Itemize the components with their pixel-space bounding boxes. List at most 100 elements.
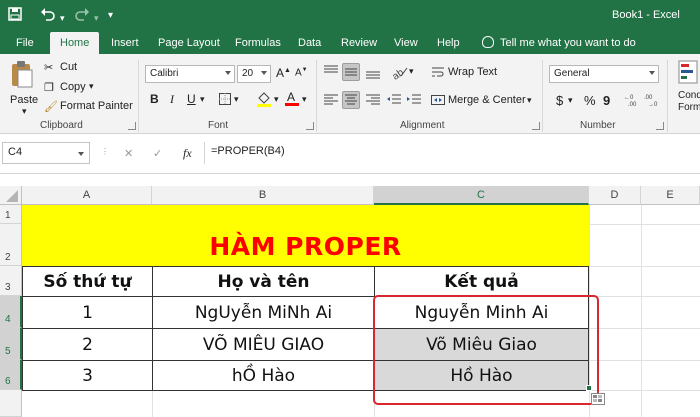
row-header-1[interactable]: 1 [0,205,22,224]
borders-icon[interactable] [219,93,231,108]
formula-bar-splitter-icon[interactable]: ⋮ [101,147,109,156]
row-header-2[interactable]: 2 [0,224,22,266]
formula-input[interactable]: =PROPER(B4) [204,142,698,164]
align-top-icon[interactable] [322,63,340,84]
merge-center-button[interactable]: Merge & Center [448,94,526,106]
cancel-icon[interactable]: ✕ [124,147,133,160]
clipboard-launcher-icon[interactable] [128,122,136,130]
percent-button[interactable]: % [584,93,596,108]
decrease-decimal-icon[interactable]: .00 →0 [644,92,662,111]
shrink-font-button[interactable]: A▼ [295,67,308,78]
comma-button[interactable]: 9 [603,93,610,108]
align-middle-button[interactable] [342,63,360,81]
increase-decimal-icon[interactable]: ←0.00 [624,92,642,111]
wrap-text-button[interactable]: Wrap Text [448,66,497,78]
column-header-c[interactable]: C [374,186,589,205]
column-header-e[interactable]: E [641,186,700,205]
decrease-indent-icon[interactable] [386,92,402,111]
font-name-select[interactable]: Calibri [145,65,235,83]
fill-color-dropdown-icon[interactable]: ▾ [274,94,279,105]
tab-page-layout[interactable]: Page Layout [158,32,220,54]
cell-b5[interactable]: VÕ MIÊU GIAO [152,328,375,361]
name-box[interactable]: C4 [2,142,90,164]
tab-formulas[interactable]: Formulas [235,32,281,54]
bold-button[interactable]: B [150,92,159,106]
align-right-icon[interactable] [364,92,382,111]
row-header-6[interactable]: 6 [0,360,22,390]
conditional-formatting-icon[interactable] [678,60,698,87]
column-header-a[interactable]: A [22,186,152,205]
redo-icon[interactable] [74,7,90,24]
fill-handle[interactable] [586,385,592,391]
enter-icon[interactable]: ✓ [153,147,162,160]
align-bottom-icon[interactable] [364,63,382,84]
sheet-title-cell[interactable]: HÀM PROPER [22,205,589,266]
underline-button[interactable]: U [187,92,196,106]
save-icon[interactable] [8,7,22,24]
cut-button[interactable]: Cut [60,61,77,73]
cell-a6[interactable]: 3 [22,360,153,391]
merge-dropdown-icon[interactable]: ▾ [527,95,532,106]
customize-toolbar-icon[interactable]: ▾ [108,8,113,24]
ribbon-tabs: File Home Insert Page Layout Formulas Da… [0,32,700,56]
number-format-select[interactable]: General [549,65,659,83]
gridline [641,205,642,417]
redo-dropdown-icon[interactable]: ▾ [94,10,99,26]
tab-review[interactable]: Review [341,32,377,54]
currency-button[interactable]: $ [556,93,563,108]
tell-me-search[interactable]: Tell me what you want to do [482,32,636,54]
undo-icon[interactable] [40,7,56,24]
row-header-5[interactable]: 5 [0,328,22,360]
header-cell-name[interactable]: Họ và tên [152,266,375,297]
row-number: 6 [5,376,11,387]
underline-dropdown-icon[interactable]: ▾ [200,94,205,105]
currency-dropdown-icon[interactable]: ▾ [568,95,573,106]
paste-icon[interactable] [10,60,34,93]
quick-analysis-icon[interactable] [591,393,605,405]
orientation-dropdown-icon[interactable]: ▾ [409,66,414,77]
cell-b6[interactable]: hỒ Hào [152,360,375,391]
font-launcher-icon[interactable] [306,122,314,130]
column-header-d[interactable]: D [589,186,641,205]
cell-a4[interactable]: 1 [22,296,153,329]
conditional-formatting-label-bottom[interactable]: Forma [678,102,700,113]
column-header-b[interactable]: B [152,186,374,205]
header-cell-stt[interactable]: Số thứ tự [22,266,153,297]
font-size-select[interactable]: 20 [237,65,271,83]
orientation-icon[interactable]: ab [390,64,408,83]
row-header-3[interactable]: 3 [0,266,22,296]
undo-dropdown-icon[interactable]: ▾ [60,10,65,26]
grow-font-button[interactable]: A▲ [276,66,291,80]
increase-indent-icon[interactable] [406,92,422,111]
insert-function-button[interactable]: fx [183,146,192,161]
alignment-launcher-icon[interactable] [532,122,540,130]
tab-data[interactable]: Data [298,32,321,54]
cell-a5[interactable]: 2 [22,328,153,361]
paste-button[interactable]: Paste [10,94,38,106]
align-left-icon[interactable] [322,92,340,111]
row-header-4[interactable]: 4 [0,296,22,328]
font-color-icon[interactable]: A [285,90,299,110]
number-launcher-icon[interactable] [656,122,664,130]
tab-view[interactable]: View [394,32,418,54]
copy-button[interactable]: Copy [60,81,86,93]
format-painter-button[interactable]: Format Painter [60,100,133,112]
copy-dropdown-icon[interactable]: ▾ [89,81,94,92]
tab-help[interactable]: Help [437,32,460,54]
shrink-font-label: A [295,67,302,79]
tab-insert[interactable]: Insert [111,32,139,54]
tab-file[interactable]: File [16,32,34,54]
paste-dropdown-icon[interactable]: ▾ [22,106,27,117]
cell-b4[interactable]: NgUyễn MiNh Ai [152,296,375,329]
align-center-button[interactable] [342,91,360,109]
header-cell-result[interactable]: Kết quả [374,266,589,297]
select-all-corner[interactable] [0,186,22,205]
italic-button[interactable]: I [170,92,174,107]
fill-color-icon[interactable] [256,91,272,110]
borders-dropdown-icon[interactable]: ▾ [234,94,239,105]
conditional-formatting-label-top[interactable]: Cond [678,90,700,101]
row-header-7[interactable] [0,390,22,417]
font-color-dropdown-icon[interactable]: ▾ [302,94,307,105]
wrap-text-icon [431,65,445,82]
tab-home[interactable]: Home [50,32,100,56]
